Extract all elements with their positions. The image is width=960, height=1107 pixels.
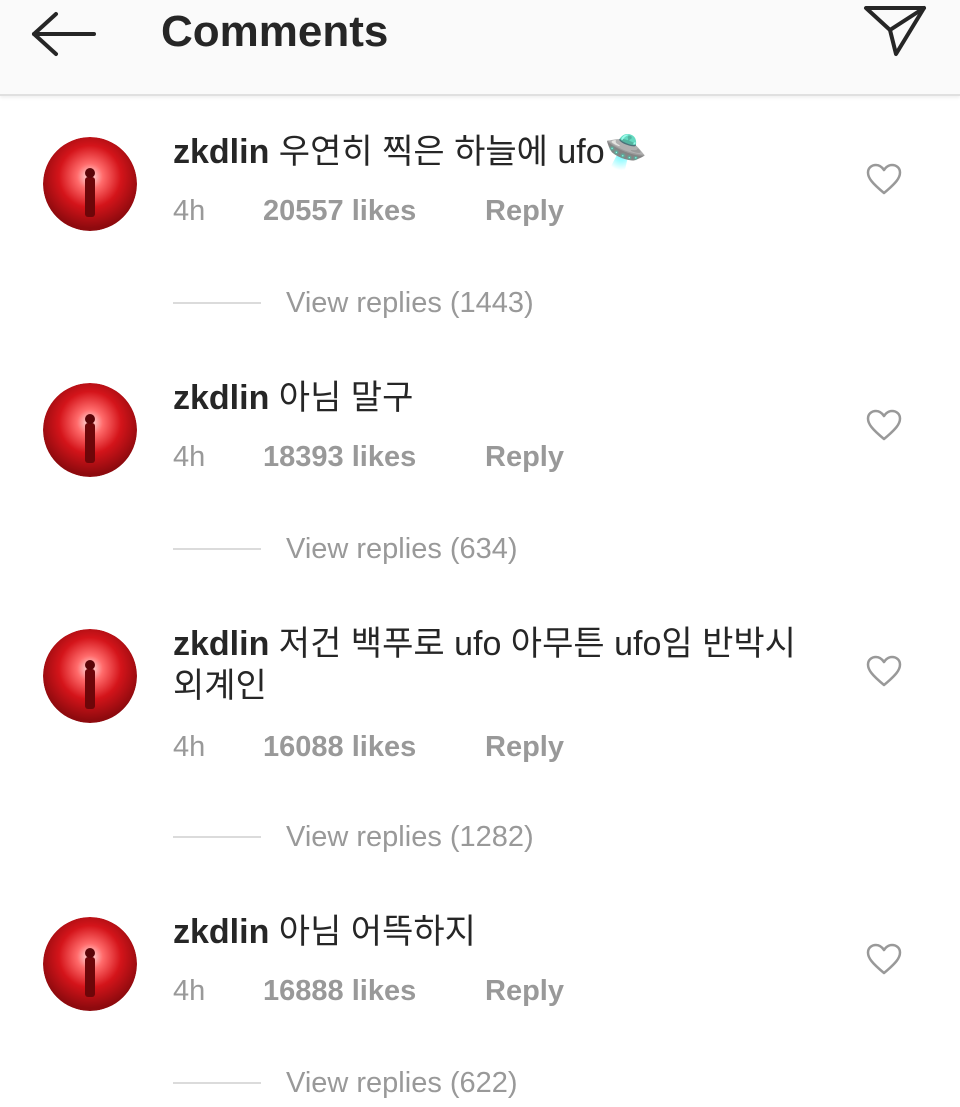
comment-username[interactable]: zkdlin: [173, 379, 269, 417]
comment-time: 4h: [173, 975, 206, 1007]
replies-divider: [173, 302, 261, 304]
view-replies-label: View replies (1282): [286, 821, 534, 853]
comment-text: zkdlin 우연히 찍은 하늘에 ufo🛸: [173, 131, 833, 173]
page-title: Comments: [161, 7, 389, 56]
like-button[interactable]: [866, 655, 902, 687]
comment-text: zkdlin 아님 말구: [173, 377, 833, 419]
likes-count[interactable]: 16088 likes: [263, 727, 416, 767]
replies-divider: [173, 548, 261, 550]
view-replies-label: View replies (622): [286, 1067, 518, 1099]
ufo-emoji: 🛸: [604, 133, 647, 171]
heart-icon: [866, 163, 902, 195]
comment-time: 4h: [173, 731, 206, 763]
heart-icon: [866, 655, 902, 687]
likes-count[interactable]: 20557 likes: [263, 191, 416, 231]
reply-button[interactable]: Reply: [485, 727, 564, 767]
like-button[interactable]: [866, 409, 902, 441]
comment-time: 4h: [173, 195, 206, 227]
avatar[interactable]: [43, 629, 137, 723]
comment-username[interactable]: zkdlin: [173, 625, 269, 663]
comment-text: zkdlin 아님 어뜩하지: [173, 911, 833, 953]
likes-count[interactable]: 16888 likes: [263, 971, 416, 1011]
send-button[interactable]: [860, 0, 930, 60]
paper-plane-icon: [864, 6, 926, 56]
avatar[interactable]: [43, 917, 137, 1011]
reply-button[interactable]: Reply: [485, 191, 564, 231]
replies-divider: [173, 1082, 261, 1084]
avatar[interactable]: [43, 137, 137, 231]
like-button[interactable]: [866, 943, 902, 975]
arrow-left-icon: [32, 12, 96, 56]
reply-button[interactable]: Reply: [485, 437, 564, 477]
view-replies-label: View replies (1443): [286, 287, 534, 319]
likes-count[interactable]: 18393 likes: [263, 437, 416, 477]
comment-time: 4h: [173, 441, 206, 473]
back-button[interactable]: [28, 10, 100, 58]
avatar[interactable]: [43, 383, 137, 477]
app-header: Comments: [0, 0, 960, 96]
comment-username[interactable]: zkdlin: [173, 913, 269, 951]
view-replies-label: View replies (634): [286, 533, 518, 565]
comment-body: 아님 말구: [278, 379, 414, 417]
comment-body: 우연히 찍은 하늘에 ufo: [278, 133, 605, 171]
comment-body: 아님 어뜩하지: [278, 913, 476, 951]
comment-text: zkdlin 저건 백푸로 ufo 아무튼 ufo임 반박시 외계인: [173, 623, 823, 707]
heart-icon: [866, 409, 902, 441]
heart-icon: [866, 943, 902, 975]
reply-button[interactable]: Reply: [485, 971, 564, 1011]
like-button[interactable]: [866, 163, 902, 195]
comment-username[interactable]: zkdlin: [173, 133, 269, 171]
replies-divider: [173, 836, 261, 838]
